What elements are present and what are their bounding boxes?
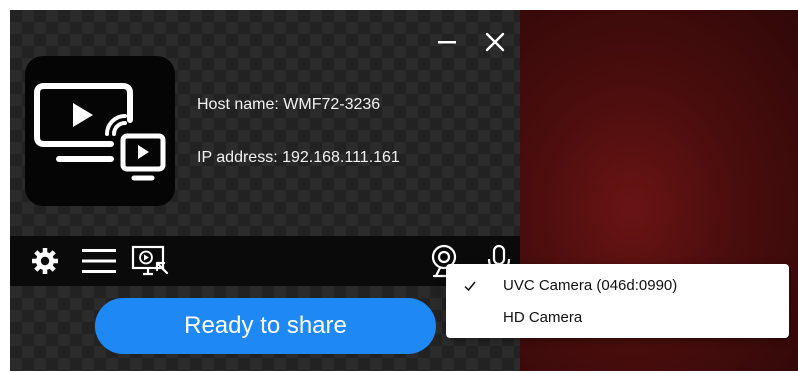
ready-to-share-button[interactable]: Ready to share: [95, 298, 436, 354]
menu-item-label: UVC Camera (046d:0990): [503, 277, 678, 294]
app-logo: [25, 56, 175, 206]
minimize-icon: [438, 41, 456, 44]
close-button[interactable]: [481, 28, 509, 56]
settings-button[interactable]: [28, 245, 62, 277]
app-window: Host name: WMF72-3236 IP address: 192.16…: [10, 10, 520, 371]
menu-item-label: HD Camera: [503, 309, 583, 326]
menu-button[interactable]: [80, 245, 118, 277]
bottom-toolbar: [10, 236, 520, 286]
host-name-label: Host name: WMF72-3236: [197, 96, 381, 113]
camera-select-menu: UVC Camera (046d:0990) HD Camera: [446, 264, 789, 338]
menu-item-uvc-camera[interactable]: UVC Camera (046d:0990): [446, 270, 789, 302]
close-icon: [485, 32, 505, 52]
cast-screen-icon: [131, 245, 169, 276]
minimize-button[interactable]: [433, 28, 461, 56]
hamburger-menu-icon: [82, 249, 116, 273]
menu-item-hd-camera[interactable]: HD Camera: [446, 302, 789, 334]
gear-icon: [32, 248, 58, 274]
cast-screen-button[interactable]: [130, 245, 170, 277]
screen-mirroring-icon: [34, 83, 166, 181]
checkmark-icon: [464, 270, 476, 302]
ip-address-label: IP address: 192.168.111.161: [197, 149, 400, 166]
